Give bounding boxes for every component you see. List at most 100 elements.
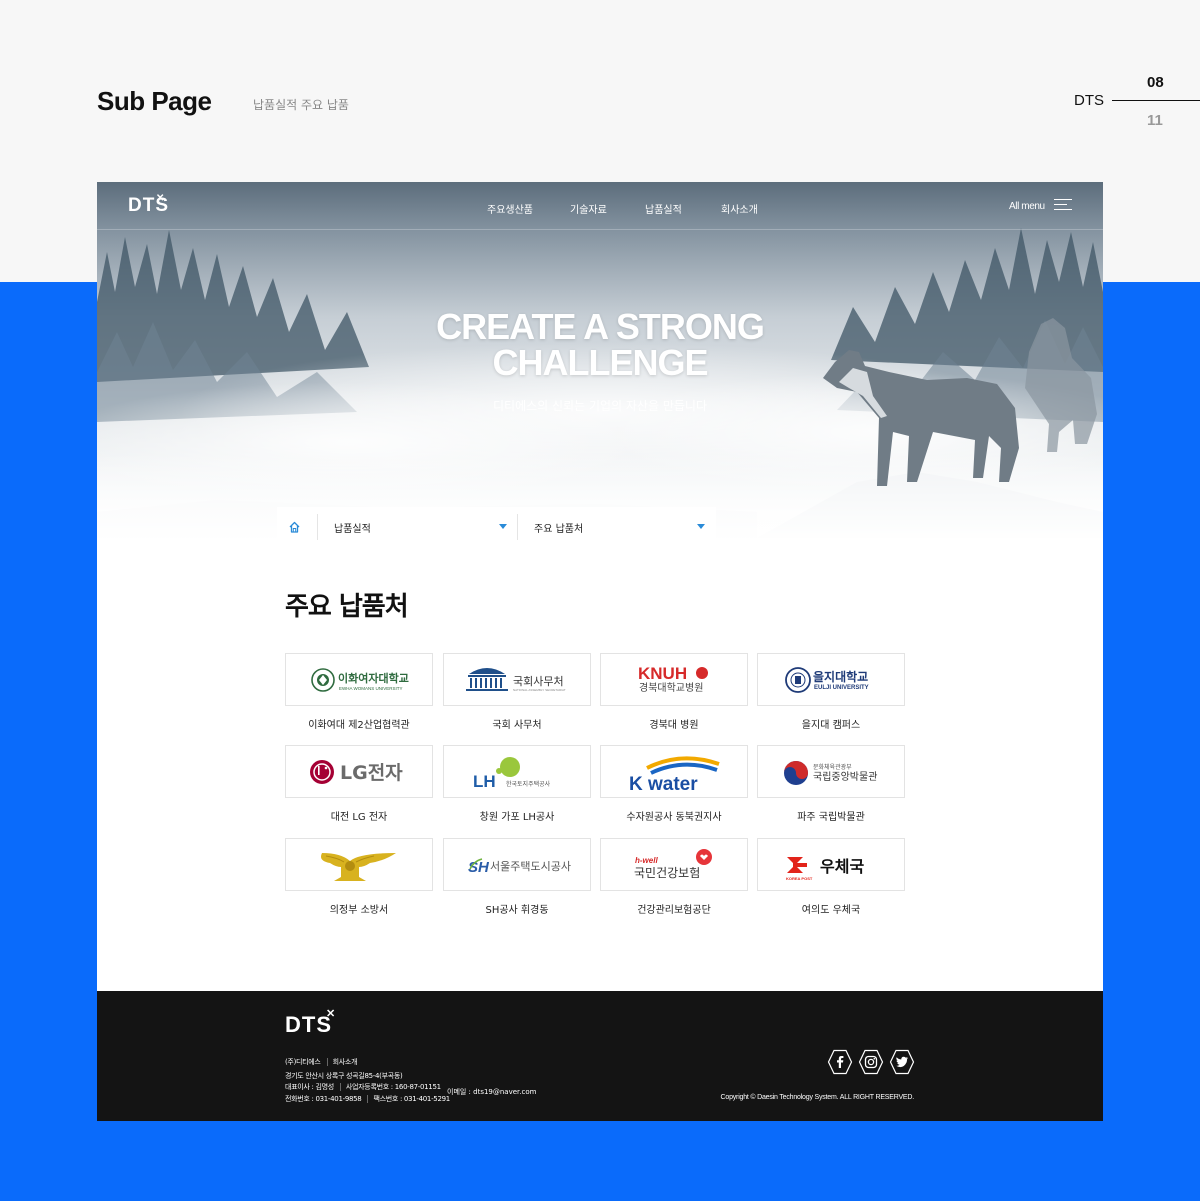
svg-text:EULJI UNIVERSITY: EULJI UNIVERSITY [814, 685, 869, 691]
nav-item-tech-data[interactable]: 기술자료 [570, 201, 607, 216]
client-logo-national-museum: 문화체육관광부 국립중앙박물관 [757, 745, 905, 798]
client-logo-knuh: KNUH 경북대학교병원 [600, 653, 748, 706]
caret-down-icon[interactable] [697, 524, 705, 529]
site-header: DTS ✕ 주요생산품 기술자료 납품실적 회사소개 All menu [97, 182, 1103, 230]
presentation-title: Sub Page [97, 86, 212, 116]
breadcrumb-home[interactable] [277, 507, 317, 547]
hero-title: CREATE A STRONG CHALLENGE [97, 309, 1103, 381]
svg-text:KNUH: KNUH [638, 664, 687, 683]
client-card[interactable]: 을지대학교 EULJI UNIVERSITY 을지대 캠퍼스 [757, 653, 905, 731]
client-logo-kwater: K water [600, 745, 748, 798]
hero-subtitle: 디티에스의 신뢰는 기업의 자산을 만듭니다 [493, 399, 707, 413]
svg-text:경북대학교병원: 경북대학교병원 [639, 681, 703, 694]
footer-email[interactable]: 이메일 : dts19@naver.com [447, 1087, 536, 1097]
footer-info-row2: 전화번호 : 031-401-9858 팩스번호 : 031-401-5291 [285, 1094, 454, 1104]
svg-text:한국토지주택공사: 한국토지주택공사 [506, 780, 551, 788]
section-title: 주요 납품처 [285, 592, 409, 622]
footer-logo[interactable]: DTS [285, 1012, 332, 1038]
client-name: 여의도 우체국 [801, 905, 861, 916]
breadcrumb-level2[interactable]: 주요 납품처 [534, 520, 583, 535]
client-name: 건강관리보험공단 [637, 905, 711, 916]
hero-title-line2: CHALLENGE [492, 342, 709, 383]
website-mockup: DTS ✕ 주요생산품 기술자료 납품실적 회사소개 All menu CREA… [97, 182, 1103, 1121]
facebook-icon[interactable] [827, 1049, 853, 1075]
client-card[interactable]: LG전자 대전 LG 전자 [285, 745, 433, 823]
nav-item-products[interactable]: 주요생산품 [487, 201, 533, 216]
svg-text:국회사무처: 국회사무처 [513, 675, 564, 688]
client-card[interactable]: 의정부 소방서 [285, 838, 433, 916]
footer-biz-no: 사업자등록번호 : 160-87-01151 [345, 1083, 441, 1091]
breadcrumb-divider [517, 514, 518, 540]
client-logo-ewha: 이화여자대학교 EWHA WOMANS UNIVERSITY [285, 653, 433, 706]
svg-text:EWHA WOMANS UNIVERSITY: EWHA WOMANS UNIVERSITY [339, 686, 403, 691]
svg-text:NATIONAL ASSEMBLY SECRETARIAT: NATIONAL ASSEMBLY SECRETARIAT [513, 688, 566, 692]
footer-link-company-name[interactable]: (주)디티에스 [285, 1058, 321, 1066]
presentation-subtitle: 납품실적 주요 납품 [253, 98, 349, 112]
client-card[interactable]: 국회사무처 NATIONAL ASSEMBLY SECRETARIAT 국회 사… [443, 653, 591, 731]
footer-ceo: 대표이사 : 김명성 [285, 1083, 334, 1091]
client-name: 이화여대 제2산업협력관 [308, 720, 410, 731]
footer-phone: 전화번호 : 031-401-9858 [285, 1095, 362, 1103]
client-name: 경북대 병원 [649, 720, 699, 731]
svg-text:국민건강보험: 국민건강보험 [634, 866, 700, 880]
client-name: 파주 국립박물관 [797, 812, 865, 823]
svg-text:h-well: h-well [635, 856, 658, 865]
client-logo-fire-station [285, 838, 433, 891]
client-name: 을지대 캠퍼스 [801, 720, 861, 731]
footer-links: (주)디티에스 회사소개 [285, 1057, 361, 1067]
client-logo-lh: LH 한국토지주택공사 [443, 745, 591, 798]
home-icon [289, 521, 300, 533]
svg-text:이화여자대학교: 이화여자대학교 [338, 671, 409, 685]
client-name: 창원 가포 LH공사 [479, 812, 555, 823]
client-logo-sh: SH 서울주택도시공사 [443, 838, 591, 891]
svg-text:을지대학교: 을지대학교 [813, 669, 868, 684]
svg-text:국립중앙박물관: 국립중앙박물관 [813, 770, 877, 783]
breadcrumb-level1[interactable]: 납품실적 [334, 520, 371, 535]
client-card[interactable]: h-well 국민건강보험 건강관리보험공단 [600, 838, 748, 916]
nav-item-company[interactable]: 회사소개 [721, 201, 758, 216]
nav-item-delivery-record[interactable]: 납품실적 [645, 201, 682, 216]
client-name: 수자원공사 동북권지사 [626, 812, 722, 823]
client-name: 대전 LG 전자 [330, 812, 388, 823]
client-card[interactable]: LH 한국토지주택공사 창원 가포 LH공사 [443, 745, 591, 823]
breadcrumb-divider [317, 514, 318, 540]
logo-mark-icon: ✕ [156, 193, 165, 204]
all-menu-label[interactable]: All menu [1009, 201, 1045, 212]
client-logo-eulji: 을지대학교 EULJI UNIVERSITY [757, 653, 905, 706]
caret-down-icon[interactable] [499, 524, 507, 529]
client-card[interactable]: 문화체육관광부 국립중앙박물관 파주 국립박물관 [757, 745, 905, 823]
client-card[interactable]: SH 서울주택도시공사 SH공사 휘경동 [443, 838, 591, 916]
client-logo-korea-post: KOREA POST 우체국 [757, 838, 905, 891]
hamburger-menu-icon[interactable] [1054, 199, 1072, 211]
svg-text:K water: K water [629, 774, 698, 795]
footer-fax: 팩스번호 : 031-401-5291 [373, 1095, 450, 1103]
page-total: 11 [1147, 112, 1163, 129]
svg-text:우체국: 우체국 [820, 857, 864, 876]
client-name: SH공사 휘경동 [485, 905, 549, 916]
presentation-brand: DTS [1074, 92, 1104, 109]
client-logo-nhis: h-well 국민건강보험 [600, 838, 748, 891]
svg-text:문화체육관광부: 문화체육관광부 [813, 763, 852, 771]
client-card[interactable]: 이화여자대학교 EWHA WOMANS UNIVERSITY 이화여대 제2산업… [285, 653, 433, 731]
footer-info-row1: 대표이사 : 김명성 사업자등록번호 : 160-87-01151 [285, 1082, 445, 1092]
twitter-icon[interactable] [889, 1049, 915, 1075]
client-card[interactable]: KOREA POST 우체국 여의도 우체국 [757, 838, 905, 916]
footer-address: 경기도 안산시 상록구 성곡길85-4(부곡동) [285, 1072, 403, 1080]
breadcrumb: 납품실적 주요 납품처 [277, 507, 716, 547]
client-logo-national-assembly: 국회사무처 NATIONAL ASSEMBLY SECRETARIAT [443, 653, 591, 706]
svg-text:LG전자: LG전자 [340, 762, 403, 784]
client-name: 의정부 소방서 [329, 905, 389, 916]
client-card[interactable]: KNUH 경북대학교병원 경북대 병원 [600, 653, 748, 731]
client-card[interactable]: K water 수자원공사 동북권지사 [600, 745, 748, 823]
svg-text:KOREA POST: KOREA POST [786, 876, 813, 881]
instagram-icon[interactable] [858, 1049, 884, 1075]
page-current: 08 [1147, 74, 1164, 91]
site-footer: DTS ✕ (주)디티에스 회사소개 경기도 안산시 상록구 성곡길85-4(부곡… [97, 991, 1103, 1121]
svg-text:서울주택도시공사: 서울주택도시공사 [490, 860, 571, 873]
logo-mark-icon: ✕ [326, 1008, 336, 1020]
svg-text:LH: LH [473, 772, 496, 791]
hero-title-line1: CREATE A STRONG [436, 306, 765, 347]
presentation-divider [1112, 100, 1200, 101]
client-name: 국회 사무처 [492, 720, 542, 731]
footer-link-about[interactable]: 회사소개 [333, 1058, 358, 1066]
